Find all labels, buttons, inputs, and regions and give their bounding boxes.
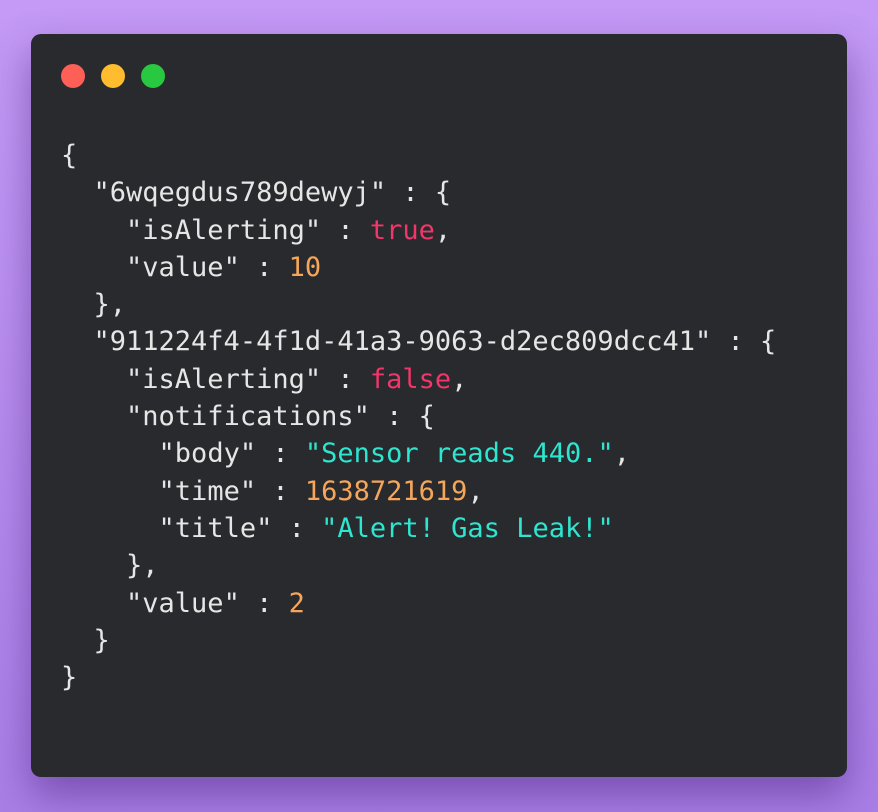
json-key: "body" [158,438,257,470]
json-code-block: { "6wqegdus789dewyj" : { "isAlerting" : … [61,137,776,696]
code-line: "value" : 2 [126,587,305,619]
json-key: "time" [158,475,257,507]
code-line: "value" : 10 [126,251,322,283]
minimize-dot-icon[interactable] [101,64,125,88]
json-boolean: true [369,214,435,246]
code-line: "6wqegdus789dewyj" : { [93,177,452,209]
code-line: "time" : 1638721619, [158,475,484,507]
window-controls [61,64,165,88]
json-close-brace: } [61,662,78,694]
code-line: { [61,137,776,174]
json-key: "isAlerting" [126,363,322,395]
json-number: 1638721619 [304,475,468,507]
json-number: 2 [288,587,305,619]
code-line: "notifications" : { [126,401,435,433]
json-key: "911224f4-4f1d-41a3-9063-d2ec809dcc41" [93,326,712,358]
code-line: "body" : "Sensor reads 440.", [158,438,630,470]
code-line: } [61,659,776,696]
json-boolean: false [369,363,452,395]
json-open-brace: { [61,140,78,171]
code-line: "isAlerting" : false, [126,363,468,395]
json-string: "Alert! Gas Leak!" [321,512,614,544]
code-line: "isAlerting" : true, [126,214,452,246]
code-line: "911224f4-4f1d-41a3-9063-d2ec809dcc41" :… [93,326,777,358]
close-dot-icon[interactable] [61,64,85,88]
json-key: "isAlerting" [126,214,322,246]
json-key: "6wqegdus789dewyj" [93,177,387,209]
json-string: "Sensor reads 440." [304,438,614,470]
code-line: "title" : "Alert! Gas Leak!" [158,512,614,544]
code-line: }, [61,289,127,321]
json-key: "title" [158,512,273,544]
maximize-dot-icon[interactable] [141,64,165,88]
json-key: "value" [126,251,240,283]
json-key: "notifications" [126,401,370,433]
json-number: 10 [288,251,322,283]
code-line: } [61,624,110,656]
code-line: }, [61,550,159,582]
code-window: { "6wqegdus789dewyj" : { "isAlerting" : … [31,34,847,777]
json-key: "value" [126,587,240,619]
